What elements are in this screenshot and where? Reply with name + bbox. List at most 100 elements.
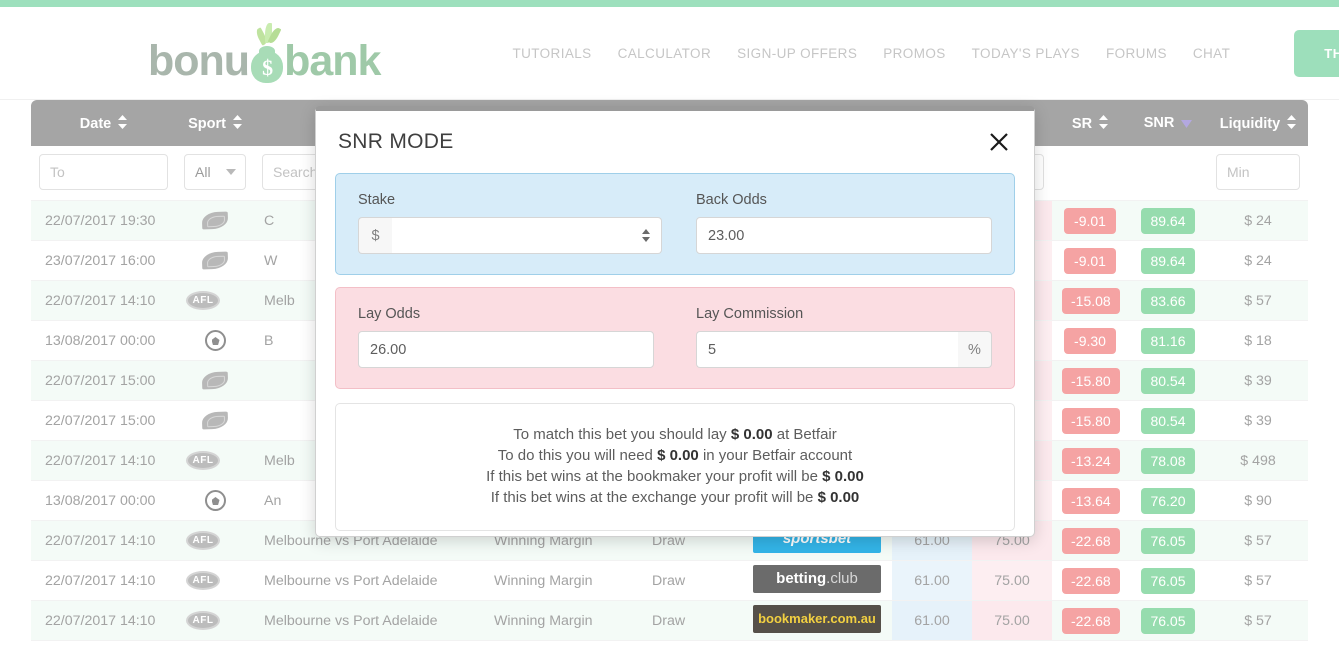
cell-date: 22/07/2017 14:10 <box>31 600 176 641</box>
cell-date: 13/08/2017 00:00 <box>31 320 176 361</box>
column-header-snr[interactable]: SNR <box>1128 100 1208 146</box>
nav-item-tutorials[interactable]: TUTORIALS <box>512 46 591 61</box>
back-odds-label: Back Odds <box>696 192 767 208</box>
cell-sport <box>176 400 254 441</box>
cell-sport <box>176 480 254 521</box>
bookmaker-logo-betting-club[interactable]: betting.club <box>753 564 881 593</box>
cell-selection: Draw <box>642 560 742 601</box>
cell-sr: -9.30 <box>1052 320 1128 361</box>
column-header-date[interactable]: Date <box>31 100 176 146</box>
filter-cell-liquidity <box>1208 146 1308 201</box>
calculation-results: To match this bet you should lay $ 0.00 … <box>335 403 1015 531</box>
lay-bet-panel: Lay Odds Lay Commission % <box>335 287 1015 389</box>
cell-sport <box>176 200 254 241</box>
rugby-ball-icon <box>201 371 229 390</box>
cell-event: Melbourne vs Port Adelaide <box>254 600 484 641</box>
snr-badge: 81.16 <box>1141 327 1195 354</box>
cell-sr: -9.01 <box>1052 240 1128 281</box>
site-header: bonu $ bank TUTORIALS CALCULATOR SIGN-UP… <box>0 7 1339 100</box>
sport-filter-select[interactable] <box>184 154 246 190</box>
cell-date: 23/07/2017 16:00 <box>31 240 176 281</box>
nav-item-signup-offers[interactable]: SIGN-UP OFFERS <box>737 46 857 61</box>
sort-icon[interactable] <box>232 115 242 129</box>
result-amount: $ 0.00 <box>817 489 860 506</box>
cell-bookmaker: bookmaker.com.au <box>742 600 892 641</box>
cell-date: 22/07/2017 19:30 <box>31 200 176 241</box>
the-atm-button[interactable]: THE ATM <box>1294 29 1339 77</box>
stake-spinner-icon[interactable] <box>638 229 654 242</box>
column-header-liquidity[interactable]: Liquidity <box>1208 100 1308 146</box>
afl-icon: AFL <box>186 571 220 590</box>
modal-title: SNR MODE <box>338 130 454 153</box>
result-line: If this bet wins at the exchange your pr… <box>490 489 860 506</box>
cell-snr: 76.05 <box>1128 600 1208 641</box>
date-filter-input[interactable] <box>39 154 168 190</box>
stake-input[interactable] <box>392 217 662 254</box>
cell-event: Melbourne vs Port Adelaide <box>254 560 484 601</box>
cell-sr: -9.01 <box>1052 200 1128 241</box>
table-row[interactable]: 22/07/2017 14:10 AFL Melbourne vs Port Ade… <box>31 560 1308 601</box>
snr-badge: 89.64 <box>1141 247 1195 274</box>
cell-sport <box>176 320 254 361</box>
sort-icon[interactable] <box>1287 115 1297 129</box>
cell-sport <box>176 240 254 281</box>
site-logo[interactable]: bonu $ bank <box>148 23 381 83</box>
bookmaker-logo-bookmaker-com-au[interactable]: bookmaker.com.au <box>753 604 881 633</box>
stake-field-group: Stake $ <box>358 192 662 254</box>
cell-back-odds: 61.00 <box>892 600 972 641</box>
cell-sr: -22.68 <box>1052 520 1128 561</box>
top-accent-bar <box>0 0 1339 7</box>
dollar-symbol: $ <box>262 55 273 80</box>
cell-snr: 78.08 <box>1128 440 1208 481</box>
result-amount: $ 0.00 <box>822 468 864 485</box>
lay-odds-input[interactable] <box>358 331 654 368</box>
filter-cell-date <box>31 146 176 201</box>
column-header-label: SNR <box>1143 115 1175 131</box>
currency-prefix: $ <box>358 217 392 254</box>
nav-item-forums[interactable]: FORUMS <box>1106 46 1167 61</box>
snr-badge: 76.05 <box>1141 607 1195 634</box>
filter-cell-sport <box>176 146 254 201</box>
main-navigation: TUTORIALS CALCULATOR SIGN-UP OFFERS PROM… <box>512 29 1339 77</box>
result-amount: $ 0.00 <box>730 426 773 443</box>
cell-sport: AFL <box>176 520 254 561</box>
cell-market: Winning Margin <box>484 560 642 601</box>
nav-item-chat[interactable]: CHAT <box>1193 46 1230 61</box>
column-header-sr[interactable]: SR <box>1052 100 1128 146</box>
column-header-sport[interactable]: Sport <box>176 100 254 146</box>
close-icon[interactable] <box>984 127 1014 157</box>
cell-liquidity: $ 24 <box>1208 200 1308 241</box>
cell-sport: AFL <box>176 440 254 481</box>
snr-badge: 80.54 <box>1141 407 1195 434</box>
cell-date: 13/08/2017 00:00 <box>31 480 176 521</box>
cell-bookmaker: betting.club <box>742 560 892 601</box>
page-root: bonu $ bank TUTORIALS CALCULATOR SIGN-UP… <box>0 0 1339 651</box>
cell-snr: 76.20 <box>1128 480 1208 521</box>
sr-badge: -22.68 <box>1062 607 1120 634</box>
sr-badge: -22.68 <box>1062 567 1120 594</box>
sr-badge: -22.68 <box>1062 527 1120 554</box>
cell-market: Winning Margin <box>484 600 642 641</box>
sr-badge: -13.24 <box>1062 447 1120 474</box>
rugby-ball-icon <box>201 411 229 430</box>
column-header-label: Sport <box>188 116 226 132</box>
cell-sport: AFL <box>176 560 254 601</box>
liquidity-filter-input[interactable] <box>1216 154 1300 190</box>
column-header-label: Date <box>79 116 112 132</box>
nav-item-todays-plays[interactable]: TODAY'S PLAYS <box>972 46 1080 61</box>
table-row[interactable]: 22/07/2017 14:10 AFL Melbourne vs Port Ade… <box>31 600 1308 641</box>
nav-item-calculator[interactable]: CALCULATOR <box>618 46 712 61</box>
sr-badge: -13.64 <box>1062 487 1120 514</box>
sr-badge: -9.30 <box>1064 327 1116 354</box>
cell-sr: -22.68 <box>1052 560 1128 601</box>
sprout-icon <box>254 23 282 46</box>
sort-icon-active[interactable] <box>1181 120 1193 128</box>
cell-sr: -15.80 <box>1052 400 1128 441</box>
back-odds-input[interactable] <box>696 217 992 254</box>
nav-item-promos[interactable]: PROMOS <box>883 46 945 61</box>
sort-icon[interactable] <box>118 115 128 129</box>
lay-commission-input[interactable] <box>696 331 958 368</box>
cell-sr: -15.08 <box>1052 280 1128 321</box>
cell-liquidity: $ 57 <box>1208 280 1308 321</box>
sort-icon[interactable] <box>1099 115 1109 129</box>
